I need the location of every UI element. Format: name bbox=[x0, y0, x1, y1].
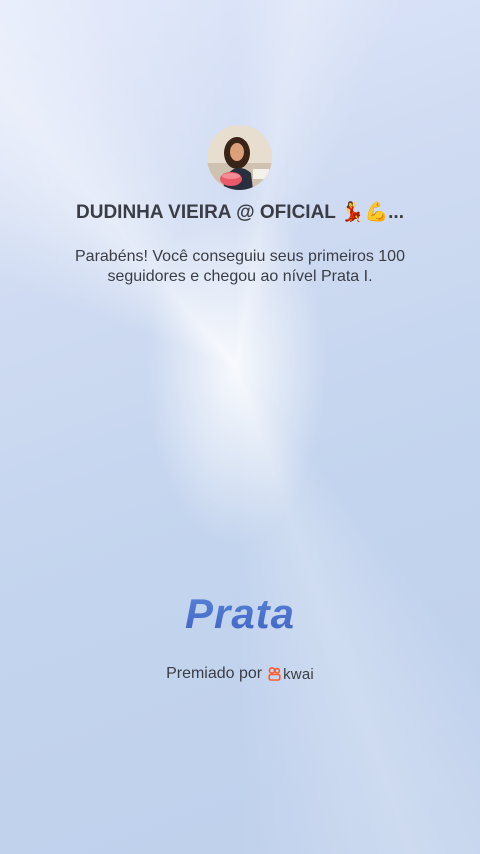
avatar bbox=[207, 125, 272, 190]
kwai-logo: kwai bbox=[268, 666, 314, 683]
level-title: Prata bbox=[0, 590, 480, 638]
kwai-brand-name: kwai bbox=[283, 665, 314, 683]
awarded-by: Premiado por kwai bbox=[0, 665, 480, 683]
awarded-by-label: Premiado por bbox=[166, 665, 263, 682]
username: DUDINHA VIEIRA @ OFICIAL 💃💪... bbox=[76, 202, 404, 223]
avatar-photo bbox=[207, 125, 272, 190]
achievement-message: Parabéns! Você conseguiu seus primeiros … bbox=[75, 248, 405, 285]
kwai-icon bbox=[268, 667, 281, 681]
